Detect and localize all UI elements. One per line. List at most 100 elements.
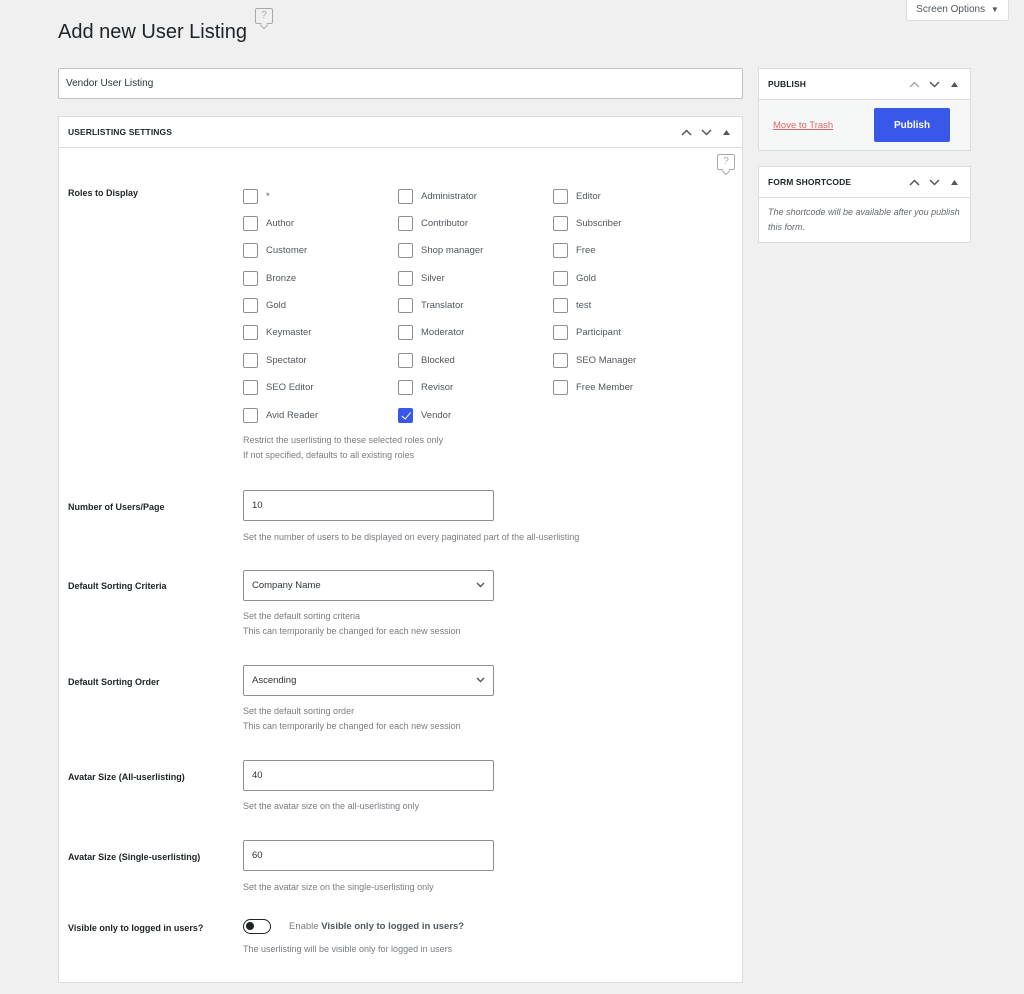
role-label: Gold xyxy=(266,300,287,312)
publish-box-header: PUBLISH xyxy=(759,69,970,100)
toggle-bold-text: Visible only to logged in users? xyxy=(321,921,465,932)
role-checkbox[interactable] xyxy=(398,188,413,204)
avatar-all-label: Avatar Size (All-userlisting) xyxy=(68,772,185,782)
role-checkbox[interactable] xyxy=(553,380,568,396)
sorting-order-desc-line: Set the default sorting order xyxy=(243,706,355,716)
toggle-prefix: Enable xyxy=(289,921,319,932)
avatar-all-value: 40 xyxy=(252,770,263,781)
role-option[interactable]: SEO Manager xyxy=(553,352,663,368)
role-checkbox[interactable] xyxy=(398,325,413,341)
role-checkbox[interactable] xyxy=(553,215,568,231)
avatar-all-input[interactable]: 40 xyxy=(243,760,494,791)
role-checkbox[interactable] xyxy=(553,325,568,341)
collapse-toggle-icon[interactable] xyxy=(947,179,961,185)
collapse-toggle-icon[interactable] xyxy=(947,81,961,87)
role-option[interactable]: Vendor xyxy=(398,407,553,423)
role-checkbox[interactable] xyxy=(398,270,413,286)
avatar-single-label: Avatar Size (Single-userlisting) xyxy=(68,852,201,862)
move-up-icon[interactable] xyxy=(679,128,693,136)
users-per-page-value: 10 xyxy=(252,500,263,511)
userlisting-settings-header: USERLISTING SETTINGS xyxy=(59,117,742,148)
avatar-single-input[interactable]: 60 xyxy=(243,840,494,871)
role-option[interactable]: Author xyxy=(243,215,398,231)
role-label: SEO Editor xyxy=(266,382,314,394)
role-checkbox[interactable] xyxy=(398,243,413,259)
role-option[interactable]: Bronze xyxy=(243,270,398,286)
role-checkbox[interactable] xyxy=(398,407,413,423)
roles-description: Restrict the userlisting to these select… xyxy=(243,433,443,463)
visible-logged-in-label: Visible only to logged in users? xyxy=(68,923,204,933)
sorting-criteria-select[interactable]: Company Name xyxy=(243,570,494,601)
role-checkbox[interactable] xyxy=(553,188,568,204)
role-option[interactable]: Shop manager xyxy=(398,243,553,259)
collapse-toggle-icon[interactable] xyxy=(719,129,733,135)
move-to-trash-link[interactable]: Move to Trash xyxy=(773,120,833,131)
role-option[interactable]: Editor xyxy=(553,188,663,204)
help-bubble-icon[interactable]: ? xyxy=(255,8,273,24)
role-label: Free xyxy=(576,245,596,257)
move-down-icon[interactable] xyxy=(699,128,713,136)
role-option[interactable]: Keymaster xyxy=(243,325,398,341)
roles-desc-line: If not specified, defaults to all existi… xyxy=(243,450,415,460)
role-checkbox[interactable] xyxy=(243,188,258,204)
role-checkbox[interactable] xyxy=(243,380,258,396)
role-label: Silver xyxy=(421,272,445,284)
role-checkbox[interactable] xyxy=(243,243,258,259)
role-checkbox[interactable] xyxy=(553,243,568,259)
role-option[interactable]: Contributor xyxy=(398,215,553,231)
sorting-criteria-label: Default Sorting Criteria xyxy=(68,581,167,591)
role-checkbox[interactable] xyxy=(243,352,258,368)
listing-title-input[interactable] xyxy=(58,68,743,99)
role-checkbox[interactable] xyxy=(398,352,413,368)
role-option[interactable]: Avid Reader xyxy=(243,407,398,423)
role-option[interactable]: Silver xyxy=(398,270,553,286)
sorting-order-description: Set the default sorting order This can t… xyxy=(243,704,461,734)
role-option[interactable]: test xyxy=(553,298,663,314)
role-checkbox[interactable] xyxy=(398,215,413,231)
role-label: Free Member xyxy=(576,382,634,394)
role-option[interactable]: Participant xyxy=(553,325,663,341)
publish-button[interactable]: Publish xyxy=(874,108,950,142)
role-checkbox[interactable] xyxy=(243,215,258,231)
role-option[interactable]: Subscriber xyxy=(553,215,663,231)
role-checkbox[interactable] xyxy=(553,298,568,314)
role-checkbox[interactable] xyxy=(243,407,258,423)
sorting-order-select[interactable]: Ascending xyxy=(243,665,494,696)
role-option[interactable]: Gold xyxy=(553,270,663,286)
move-down-icon[interactable] xyxy=(927,80,941,88)
role-checkbox[interactable] xyxy=(398,298,413,314)
move-down-icon[interactable] xyxy=(927,178,941,186)
visible-logged-in-toggle-label[interactable]: Enable Visible only to logged in users? xyxy=(289,921,464,932)
role-label: Vendor xyxy=(421,409,452,421)
visible-logged-in-toggle[interactable] xyxy=(243,919,271,934)
role-checkbox[interactable] xyxy=(553,270,568,286)
role-option[interactable]: Revisor xyxy=(398,380,553,396)
avatar-single-value: 60 xyxy=(252,850,263,861)
role-option[interactable]: Spectator xyxy=(243,352,398,368)
role-checkbox[interactable] xyxy=(553,352,568,368)
role-option[interactable]: Free Member xyxy=(553,380,663,396)
role-option[interactable]: SEO Editor xyxy=(243,380,398,396)
move-up-icon[interactable] xyxy=(907,80,921,88)
role-option[interactable]: Administrator xyxy=(398,188,553,204)
role-label: Moderator xyxy=(421,327,465,339)
role-option[interactable]: Translator xyxy=(398,298,553,314)
roles-checkbox-group: * Administrator Editor Author Contributor Sub… xyxy=(243,188,663,423)
move-up-icon[interactable] xyxy=(907,178,921,186)
users-per-page-input[interactable]: 10 xyxy=(243,490,494,521)
role-checkbox[interactable] xyxy=(243,298,258,314)
role-label: Avid Reader xyxy=(266,409,319,421)
role-label: test xyxy=(576,300,592,312)
help-bubble-icon[interactable]: ? xyxy=(717,154,735,170)
role-checkbox[interactable] xyxy=(398,380,413,396)
role-option[interactable]: * xyxy=(243,188,398,204)
role-option[interactable]: Free xyxy=(553,243,663,259)
form-shortcode-header: FORM SHORTCODE xyxy=(759,167,970,198)
role-option[interactable]: Customer xyxy=(243,243,398,259)
role-checkbox[interactable] xyxy=(243,270,258,286)
role-option[interactable]: Blocked xyxy=(398,352,553,368)
role-checkbox[interactable] xyxy=(243,325,258,341)
role-option[interactable]: Moderator xyxy=(398,325,553,341)
screen-options-button[interactable]: Screen Options ▼ xyxy=(906,0,1009,21)
role-option[interactable]: Gold xyxy=(243,298,398,314)
